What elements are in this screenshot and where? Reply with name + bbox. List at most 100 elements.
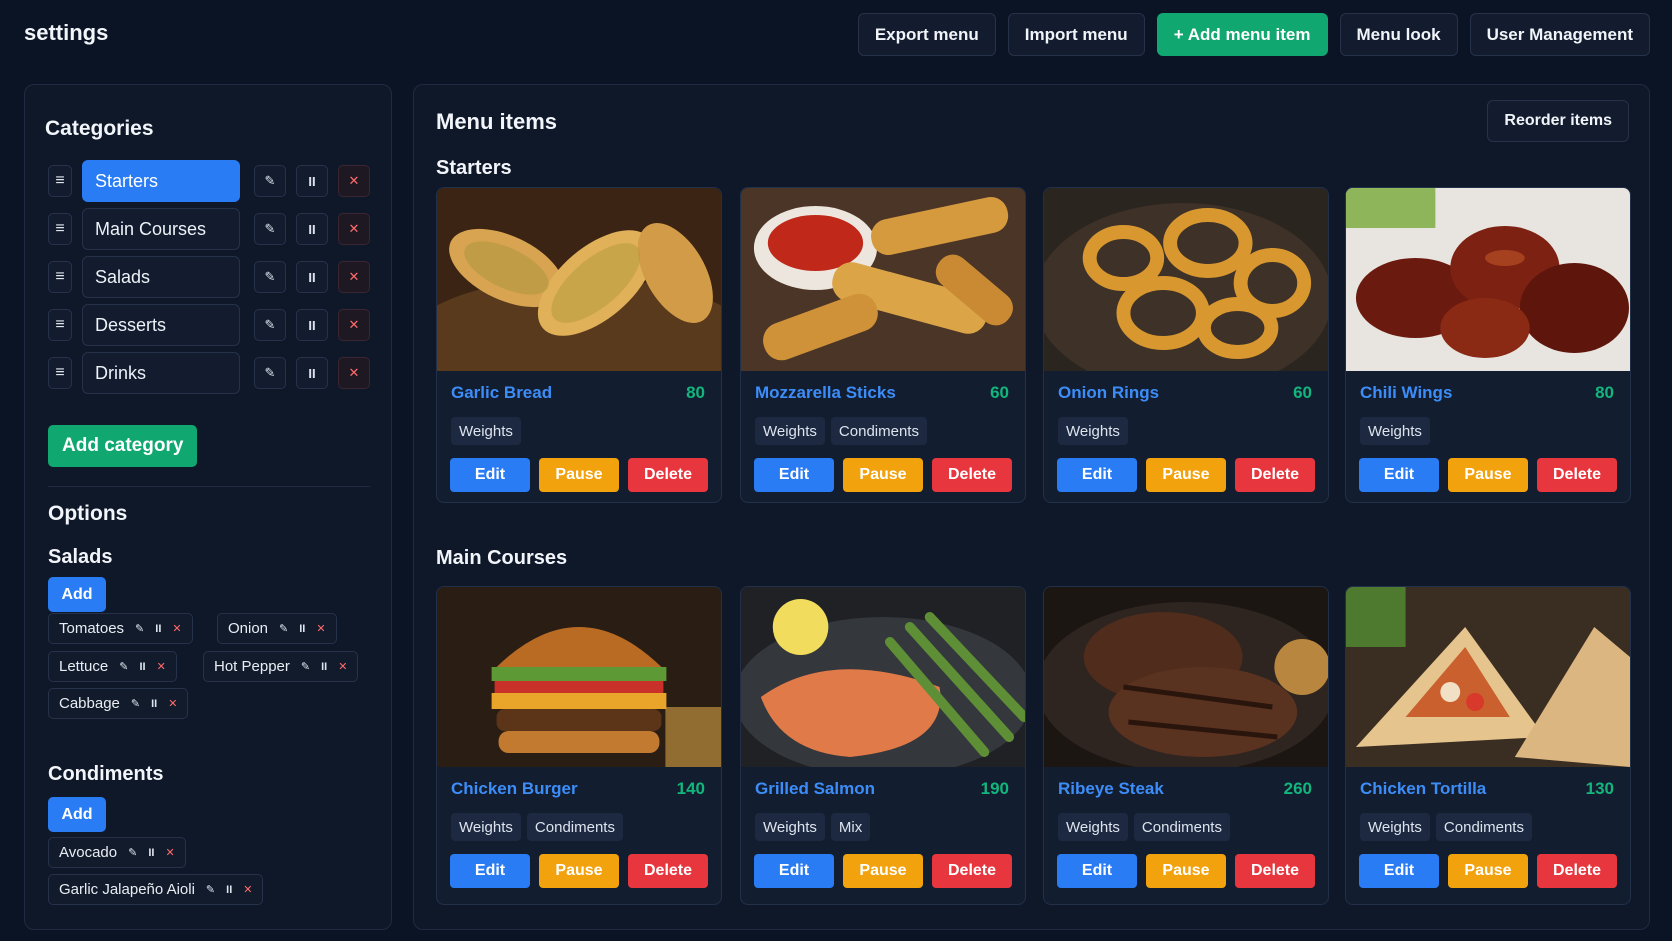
category-desserts[interactable]: Desserts [82,304,240,346]
export-menu-button[interactable]: Export menu [857,13,996,56]
pause-icon[interactable]: II [151,698,157,710]
pause-icon[interactable]: II [296,213,328,245]
item-tags: Weights [1058,417,1128,445]
tag-condiments[interactable]: Condiments [830,417,927,445]
pause-button[interactable]: Pause [1448,854,1528,888]
pause-icon[interactable]: II [139,661,145,673]
add-menu-item-button[interactable]: + Add menu item [1156,13,1328,56]
pause-button[interactable]: Pause [1146,458,1226,492]
delete-button[interactable]: Delete [932,854,1012,888]
chicken-tortilla-photo [1346,587,1630,767]
tag-condiments[interactable]: Condiments [526,813,623,841]
user-management-button[interactable]: User Management [1469,13,1650,56]
pause-button[interactable]: Pause [843,854,923,888]
delete-icon[interactable]: ✕ [157,660,166,673]
edit-button[interactable]: Edit [1057,458,1137,492]
pause-button[interactable]: Pause [539,458,619,492]
item-price: 60 [1293,383,1312,402]
edit-icon[interactable]: ✎ [131,697,140,710]
category-drinks[interactable]: Drinks [82,352,240,394]
import-menu-button[interactable]: Import menu [1007,13,1145,56]
edit-button[interactable]: Edit [754,458,834,492]
edit-button[interactable]: Edit [1359,458,1439,492]
category-salads[interactable]: Salads [82,256,240,298]
add-salads-option-button[interactable]: Add [48,577,106,612]
edit-button[interactable]: Edit [450,854,530,888]
delete-button[interactable]: Delete [932,458,1012,492]
pause-button[interactable]: Pause [843,458,923,492]
option-chip-hot-pepper: Hot Pepper ✎ II ✕ [203,651,359,682]
pause-icon[interactable]: II [299,623,305,635]
delete-icon[interactable]: ✕ [338,213,370,245]
tag-condiments[interactable]: Condiments [1133,813,1230,841]
add-category-button[interactable]: Add category [48,425,198,467]
tag-weights[interactable]: Weights [1058,417,1128,445]
delete-icon[interactable]: ✕ [338,261,370,293]
delete-icon[interactable]: ✕ [243,883,252,896]
pause-icon[interactable]: II [296,261,328,293]
edit-icon[interactable]: ✎ [135,622,144,635]
pause-icon[interactable]: II [148,847,154,859]
tag-weights[interactable]: Weights [1058,813,1128,841]
tag-weights[interactable]: Weights [755,813,825,841]
delete-icon[interactable]: ✕ [338,309,370,341]
edit-button[interactable]: Edit [1359,854,1439,888]
pause-icon[interactable]: II [226,884,232,896]
drag-handle-icon[interactable]: ≡ [48,261,72,293]
edit-icon[interactable]: ✎ [254,309,286,341]
edit-icon[interactable]: ✎ [206,883,215,896]
tag-weights[interactable]: Weights [451,417,521,445]
delete-icon[interactable]: ✕ [168,697,177,710]
edit-icon[interactable]: ✎ [128,846,137,859]
option-label: Avocado [59,844,118,861]
edit-button[interactable]: Edit [450,458,530,492]
drag-handle-icon[interactable]: ≡ [48,165,72,197]
tag-weights[interactable]: Weights [755,417,825,445]
delete-icon[interactable]: ✕ [172,622,181,635]
tag-mix[interactable]: Mix [830,813,871,841]
category-starters[interactable]: Starters [82,160,240,202]
pause-icon[interactable]: II [296,165,328,197]
edit-button[interactable]: Edit [1057,854,1137,888]
delete-icon[interactable]: ✕ [338,357,370,389]
pause-icon[interactable]: II [296,357,328,389]
edit-icon[interactable]: ✎ [301,660,310,673]
delete-button[interactable]: Delete [628,458,708,492]
drag-handle-icon[interactable]: ≡ [48,309,72,341]
delete-button[interactable]: Delete [628,854,708,888]
reorder-items-button[interactable]: Reorder items [1487,100,1629,142]
edit-icon[interactable]: ✎ [254,357,286,389]
delete-icon[interactable]: ✕ [165,846,174,859]
pause-button[interactable]: Pause [1146,854,1226,888]
edit-button[interactable]: Edit [754,854,834,888]
delete-button[interactable]: Delete [1235,458,1315,492]
pause-icon[interactable]: II [296,309,328,341]
menu-look-button[interactable]: Menu look [1339,13,1458,56]
drag-handle-icon[interactable]: ≡ [48,213,72,245]
drag-handle-icon[interactable]: ≡ [48,357,72,389]
tag-condiments[interactable]: Condiments [1435,813,1532,841]
pause-icon[interactable]: II [321,661,327,673]
category-main-courses[interactable]: Main Courses [82,208,240,250]
pause-icon[interactable]: II [155,623,161,635]
delete-icon[interactable]: ✕ [316,622,325,635]
edit-icon[interactable]: ✎ [254,213,286,245]
delete-icon[interactable]: ✕ [338,660,347,673]
delete-button[interactable]: Delete [1537,854,1617,888]
add-condiments-option-button[interactable]: Add [48,797,106,832]
delete-button[interactable]: Delete [1235,854,1315,888]
category-row: ≡ Drinks ✎ II ✕ [48,352,370,394]
item-actions: Edit Pause Delete [450,458,708,492]
tag-weights[interactable]: Weights [1360,813,1430,841]
pause-button[interactable]: Pause [1448,458,1528,492]
tag-weights[interactable]: Weights [451,813,521,841]
pause-button[interactable]: Pause [539,854,619,888]
delete-icon[interactable]: ✕ [338,165,370,197]
delete-button[interactable]: Delete [1537,458,1617,492]
tag-weights[interactable]: Weights [1360,417,1430,445]
edit-icon[interactable]: ✎ [279,622,288,635]
edit-icon[interactable]: ✎ [254,165,286,197]
edit-icon[interactable]: ✎ [254,261,286,293]
item-tags: Weights Condiments [1058,813,1230,841]
edit-icon[interactable]: ✎ [119,660,128,673]
